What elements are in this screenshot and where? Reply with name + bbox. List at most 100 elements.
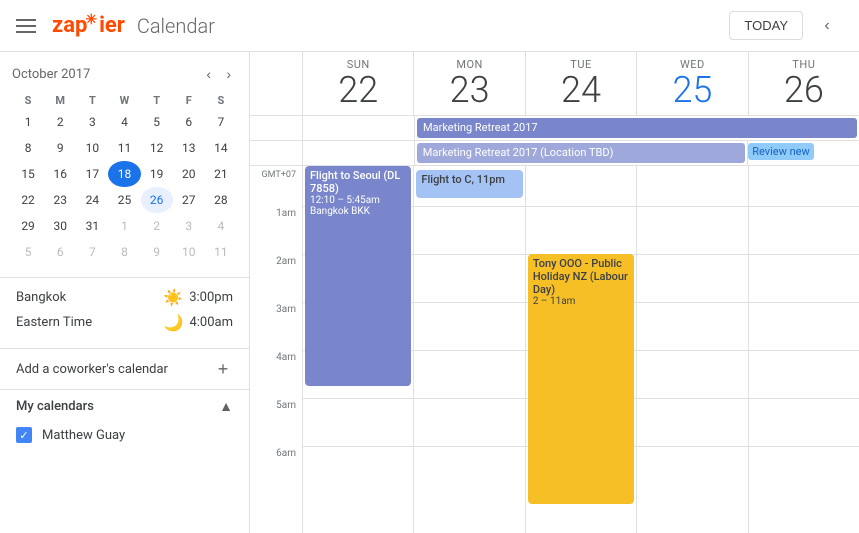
- day-header-sun[interactable]: Sun 22: [302, 52, 413, 115]
- cal-day-next-month[interactable]: 3: [173, 213, 205, 239]
- logo-star: ✳: [85, 12, 97, 28]
- mini-cal-next[interactable]: ›: [220, 64, 237, 84]
- cal-day[interactable]: 22: [12, 187, 44, 213]
- cal-day[interactable]: 19: [141, 161, 173, 187]
- sidebar: October 2017 ‹ › S M T W T F S: [0, 52, 250, 533]
- time-label-3am: 3am: [250, 302, 302, 350]
- day-header-wed[interactable]: Wed 25: [636, 52, 747, 115]
- cal-day[interactable]: 28: [205, 187, 237, 213]
- mini-cal-prev[interactable]: ‹: [200, 64, 217, 84]
- cal-day[interactable]: 9: [44, 135, 76, 161]
- timezone-row-bangkok: Bangkok ☀️ 3:00pm: [16, 288, 233, 307]
- hour-line: [749, 302, 859, 303]
- grid-col-sun[interactable]: Flight to Seoul (DL 7858) 12:10 – 5:45am…: [302, 166, 413, 533]
- hour-line: [414, 350, 524, 351]
- cal-day[interactable]: 3: [76, 109, 108, 135]
- cal-week: 22 23 24 25 26 27 28: [12, 187, 237, 213]
- chevron-up-icon[interactable]: ▲: [219, 398, 233, 415]
- menu-button[interactable]: [16, 19, 36, 33]
- cal-day-today[interactable]: 18: [108, 161, 140, 187]
- cal-day-selected[interactable]: 26: [141, 187, 173, 213]
- hour-line: [414, 254, 524, 255]
- calendar-item-matthew[interactable]: Matthew Guay: [16, 423, 233, 447]
- cal-day[interactable]: 12: [141, 135, 173, 161]
- cal-day[interactable]: 31: [76, 213, 108, 239]
- flight-seoul-event[interactable]: Flight to Seoul (DL 7858) 12:10 – 5:45am…: [305, 166, 411, 386]
- cal-day-next-month[interactable]: 7: [76, 239, 108, 265]
- hour-line: [637, 254, 747, 255]
- day-header-tue[interactable]: Tue 24: [525, 52, 636, 115]
- cal-day-next-month[interactable]: 4: [205, 213, 237, 239]
- cal-day-next-month[interactable]: 2: [141, 213, 173, 239]
- cal-day[interactable]: 20: [173, 161, 205, 187]
- allday-row-2: Marketing Retreat 2017 (Location TBD) Re…: [250, 141, 859, 166]
- cal-day[interactable]: 1: [12, 109, 44, 135]
- weekday-thu: T: [141, 92, 173, 109]
- hour-line: [637, 350, 747, 351]
- cal-day[interactable]: 7: [205, 109, 237, 135]
- my-calendars-title: My calendars: [16, 399, 94, 414]
- time-label-4am: 4am: [250, 350, 302, 398]
- calendar-checkbox[interactable]: [16, 427, 32, 443]
- review-new-event[interactable]: Review new: [748, 143, 814, 160]
- grid-columns: Flight to Seoul (DL 7858) 12:10 – 5:45am…: [302, 166, 859, 533]
- cal-day-next-month[interactable]: 1: [108, 213, 140, 239]
- marketing-retreat-event[interactable]: Marketing Retreat 2017: [417, 118, 857, 138]
- timezone-section: Bangkok ☀️ 3:00pm Eastern Time 🌙 4:00am: [0, 277, 249, 348]
- mini-calendar: October 2017 ‹ › S M T W T F S: [0, 52, 249, 277]
- cal-day[interactable]: 2: [44, 109, 76, 135]
- allday-cell-sun-2: [302, 141, 414, 165]
- timezone-bangkok-time: 3:00pm: [189, 290, 233, 305]
- hour-line: [637, 398, 747, 399]
- cal-day[interactable]: 27: [173, 187, 205, 213]
- cal-day[interactable]: 17: [76, 161, 108, 187]
- weekday-tue: T: [76, 92, 108, 109]
- time-grid: GMT+07 1am 2am 3am 4am 5am 6am Flight to: [250, 166, 859, 533]
- cal-day[interactable]: 5: [141, 109, 173, 135]
- hour-line: [526, 206, 636, 207]
- grid-col-thu[interactable]: [748, 166, 859, 533]
- cal-day-next-month[interactable]: 8: [108, 239, 140, 265]
- today-button[interactable]: TODAY: [729, 11, 803, 40]
- cal-day[interactable]: 11: [108, 135, 140, 161]
- cal-day[interactable]: 24: [76, 187, 108, 213]
- cal-day-next-month[interactable]: 6: [44, 239, 76, 265]
- cal-day[interactable]: 30: [44, 213, 76, 239]
- nav-back-button[interactable]: ‹: [811, 10, 843, 42]
- day-header-thu[interactable]: Thu 26: [748, 52, 859, 115]
- cal-day-next-month[interactable]: 10: [173, 239, 205, 265]
- timezone-eastern-time: 4:00am: [189, 315, 233, 330]
- add-coworker-button[interactable]: Add a coworker's calendar +: [0, 348, 249, 389]
- marketing-retreat-location-event[interactable]: Marketing Retreat 2017 (Location TBD): [417, 143, 745, 163]
- cal-day-next-month[interactable]: 11: [205, 239, 237, 265]
- allday-cell-sun: [302, 116, 414, 140]
- cal-day[interactable]: 14: [205, 135, 237, 161]
- cal-day-next-month[interactable]: 5: [12, 239, 44, 265]
- add-coworker-plus[interactable]: +: [213, 359, 233, 379]
- cal-day[interactable]: 4: [108, 109, 140, 135]
- flight-to-c-event[interactable]: Flight to C, 11pm: [416, 170, 522, 198]
- cal-day[interactable]: 25: [108, 187, 140, 213]
- hour-line: [749, 254, 859, 255]
- my-calendars-header: My calendars ▲: [16, 398, 233, 415]
- cal-day[interactable]: 13: [173, 135, 205, 161]
- grid-col-wed[interactable]: [636, 166, 747, 533]
- logo: zap✳ier: [52, 13, 125, 38]
- cal-day[interactable]: 8: [12, 135, 44, 161]
- hour-line: [637, 302, 747, 303]
- tony-ooo-event[interactable]: Tony OOO - Public Holiday NZ (Labour Day…: [528, 254, 634, 504]
- cal-day-next-month[interactable]: 9: [141, 239, 173, 265]
- cal-day[interactable]: 23: [44, 187, 76, 213]
- day-num-mon: 23: [418, 71, 520, 111]
- time-label-2am: 2am: [250, 254, 302, 302]
- cal-day[interactable]: 16: [44, 161, 76, 187]
- grid-col-tue[interactable]: Tony OOO - Public Holiday NZ (Labour Day…: [525, 166, 636, 533]
- cal-day[interactable]: 21: [205, 161, 237, 187]
- cal-day[interactable]: 29: [12, 213, 44, 239]
- cal-day[interactable]: 6: [173, 109, 205, 135]
- grid-col-mon[interactable]: Flight to C, 11pm: [413, 166, 524, 533]
- cal-day[interactable]: 15: [12, 161, 44, 187]
- day-num-wed: 25: [641, 71, 743, 111]
- day-header-mon[interactable]: Mon 23: [413, 52, 524, 115]
- cal-day[interactable]: 10: [76, 135, 108, 161]
